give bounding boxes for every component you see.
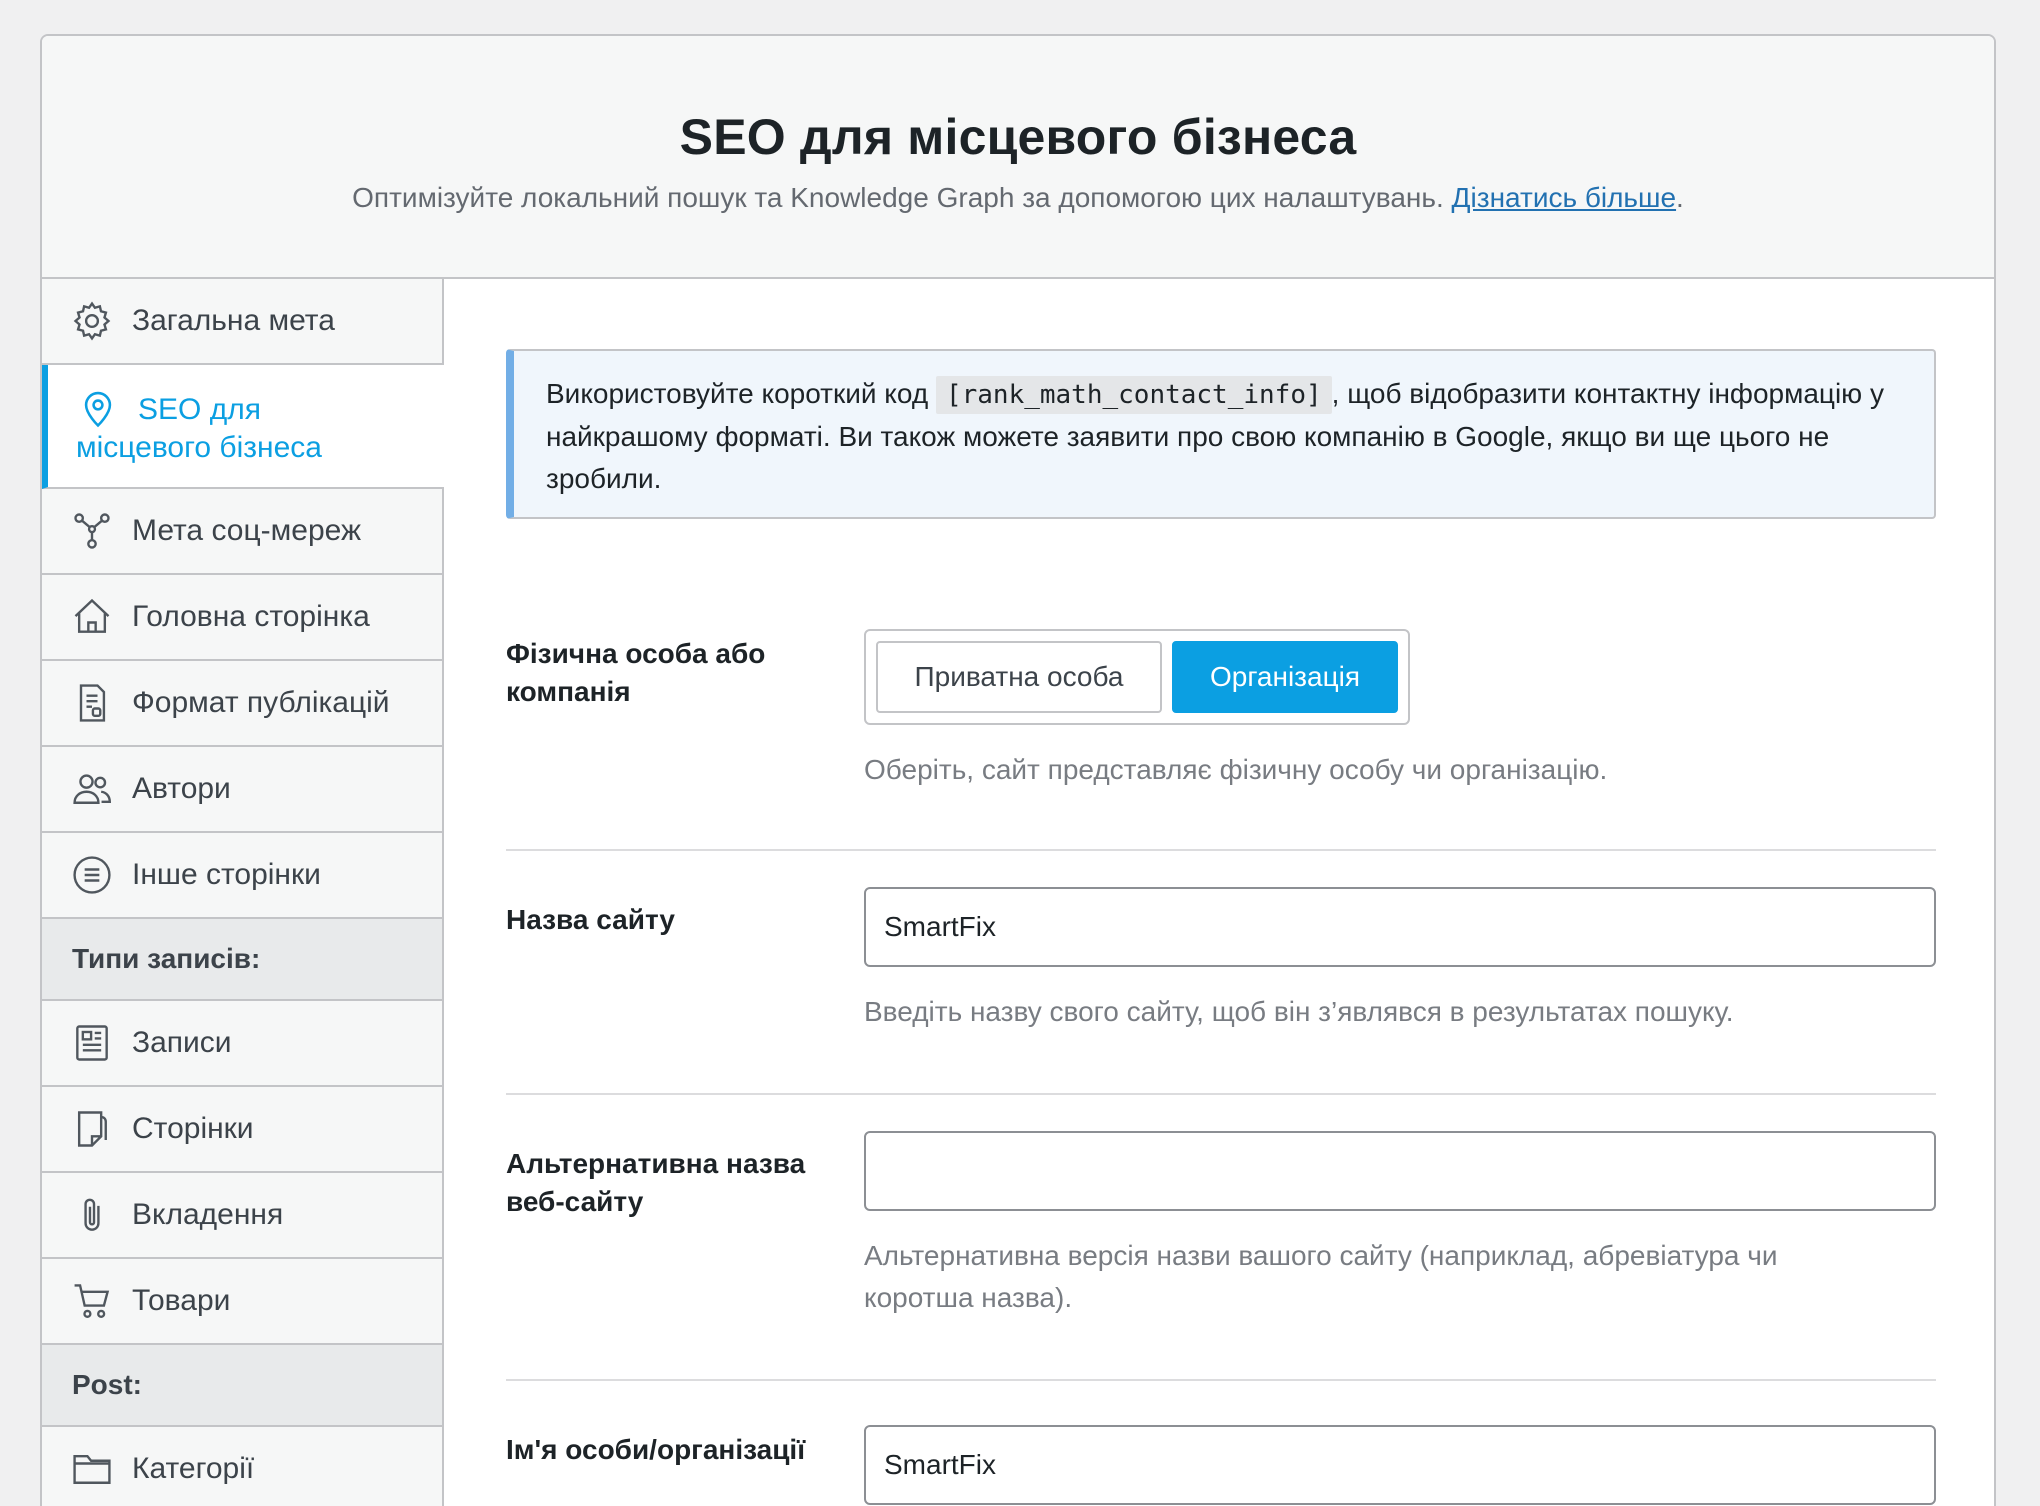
alt-name-help: Альтернативна версія назви вашого сайту … xyxy=(864,1240,1778,1313)
sidebar-item-label: Мета соц-мереж xyxy=(132,514,362,547)
shortcode: [rank_math_contact_info] xyxy=(935,376,1332,414)
users-icon xyxy=(70,767,114,811)
entity-type-label: Фізична особа або компанія xyxy=(506,638,766,707)
gear-icon xyxy=(70,299,114,343)
sidebar-item-label: Товари xyxy=(132,1284,231,1317)
shortcode-notice: Використовуйте короткий код [rank_math_c… xyxy=(506,349,1936,519)
sidebar-item-label: Категорії xyxy=(132,1452,255,1485)
sidebar-item-label: Головна сторінка xyxy=(132,600,370,633)
paperclip-icon xyxy=(70,1193,114,1237)
sidebar-item-homepage[interactable]: Головна сторінка xyxy=(42,575,442,661)
page-icon xyxy=(70,1107,114,1151)
settings-content: Використовуйте короткий код [rank_math_c… xyxy=(506,279,1936,1506)
subtitle-text: Оптимізуйте локальний пошук та Knowledge… xyxy=(352,182,1452,213)
folder-icon xyxy=(70,1447,114,1491)
org-name-label: Ім'я особи/організації xyxy=(506,1434,806,1465)
sidebar-section-post: Post: xyxy=(42,1345,442,1427)
sidebar-item-label: Автори xyxy=(132,772,231,805)
sidebar-section-post-types: Типи записів: xyxy=(42,919,442,1001)
document-icon xyxy=(70,681,114,725)
site-name-help: Введіть назву свого сайту, щоб він з’явл… xyxy=(864,996,1734,1027)
settings-sidebar: Загальна мета SEO для місцевого бізнеса … xyxy=(42,279,444,1506)
subtitle-period: . xyxy=(1676,182,1684,213)
sidebar-item-label: Інше сторінки xyxy=(132,858,321,891)
sidebar-item-categories[interactable]: Категорії xyxy=(42,1427,442,1506)
cart-icon xyxy=(70,1279,114,1323)
alt-name-input[interactable] xyxy=(864,1131,1936,1211)
entity-type-toggle: Приватна особа Організація xyxy=(864,629,1410,725)
divider xyxy=(506,849,1936,851)
divider xyxy=(506,1379,1936,1381)
social-network-icon xyxy=(70,509,114,553)
sidebar-item-label: Вкладення xyxy=(132,1198,284,1231)
home-icon xyxy=(70,595,114,639)
org-name-field xyxy=(864,1425,1936,1505)
sidebar-item-general-meta[interactable]: Загальна мета xyxy=(42,279,442,365)
page-subtitle: Оптимізуйте локальний пошук та Knowledge… xyxy=(42,182,1994,214)
sidebar-item-other-pages[interactable]: Інше сторінки xyxy=(42,833,442,919)
page-header: SEO для місцевого бізнеса Оптимізуйте ло… xyxy=(42,36,1994,279)
option-person[interactable]: Приватна особа xyxy=(876,641,1162,713)
sidebar-item-local-seo[interactable]: SEO для місцевого бізнеса xyxy=(42,365,444,489)
alt-name-label: Альтернативна назва веб-сайту xyxy=(506,1148,806,1217)
sidebar-item-label: Загальна мета xyxy=(132,304,335,337)
sidebar-item-social-meta[interactable]: Мета соц-мереж xyxy=(42,489,442,575)
sidebar-item-label: SEO для місцевого бізнеса xyxy=(76,393,322,464)
site-name-label: Назва сайту xyxy=(506,904,675,935)
sidebar-item-products[interactable]: Товари xyxy=(42,1259,442,1345)
sidebar-item-label: Формат публікацій xyxy=(132,686,390,719)
sidebar-item-label: Записи xyxy=(132,1026,232,1059)
learn-more-link[interactable]: Дізнатись більше xyxy=(1452,182,1677,213)
page-title: SEO для місцевого бізнеса xyxy=(679,109,1357,165)
option-organization[interactable]: Організація xyxy=(1172,641,1398,713)
sidebar-item-posts[interactable]: Записи xyxy=(42,1001,442,1087)
sidebar-item-attachments[interactable]: Вкладення xyxy=(42,1173,442,1259)
sidebar-item-authors[interactable]: Автори xyxy=(42,747,442,833)
settings-panel: SEO для місцевого бізнеса Оптимізуйте ло… xyxy=(40,34,1996,1506)
org-name-input[interactable] xyxy=(864,1425,1936,1505)
divider xyxy=(506,1093,1936,1095)
sidebar-item-label: Сторінки xyxy=(132,1112,254,1145)
list-circle-icon xyxy=(70,853,114,897)
site-name-field: Введіть назву свого сайту, щоб він з’явл… xyxy=(864,887,1936,1033)
entity-type-field: Приватна особа Організація Оберіть, сайт… xyxy=(864,629,1936,791)
site-name-input[interactable] xyxy=(864,887,1936,967)
notice-text-before: Використовуйте короткий код xyxy=(546,378,936,409)
sidebar-item-publication-format[interactable]: Формат публікацій xyxy=(42,661,442,747)
entity-type-help: Оберіть, сайт представляє фізичну особу … xyxy=(864,754,1608,785)
post-icon xyxy=(70,1021,114,1065)
alt-name-field: Альтернативна версія назви вашого сайту … xyxy=(864,1131,1936,1319)
sidebar-item-pages[interactable]: Сторінки xyxy=(42,1087,442,1173)
